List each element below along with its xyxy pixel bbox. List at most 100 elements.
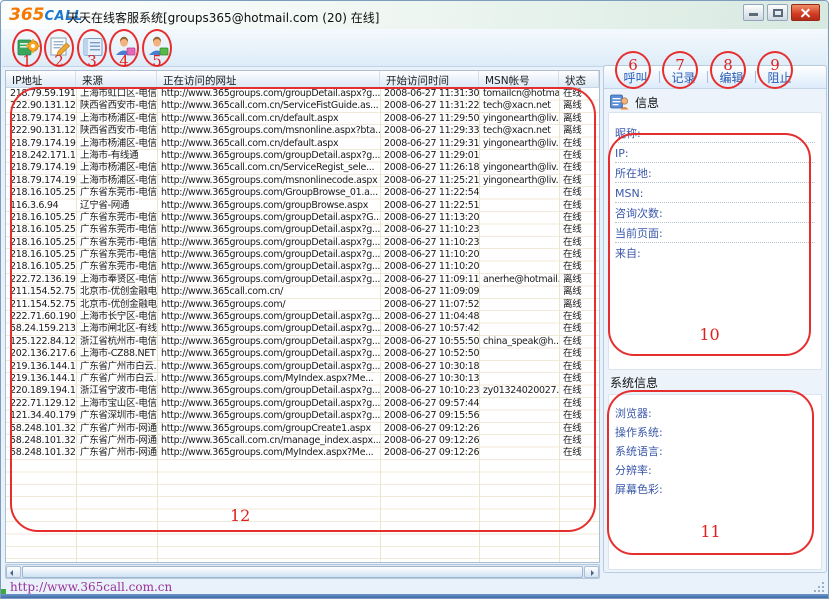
table-cell [479, 261, 559, 273]
call-button[interactable]: 呼叫 [612, 69, 659, 86]
table-cell: 浙江省宁波市-电信 [76, 385, 157, 397]
table-cell: 在线 [559, 162, 599, 174]
column-header[interactable]: 正在访问的网址 [157, 71, 380, 87]
table-cell: http://www.365groups.com/groupDetail.asp… [157, 212, 380, 224]
config-button[interactable] [15, 34, 41, 60]
table-cell: 离线 [559, 299, 599, 311]
table-cell [479, 187, 559, 199]
table-cell [479, 373, 559, 385]
table-cell: http://www.365groups.com/groupDetail.asp… [157, 410, 380, 422]
table-row[interactable]: 220.189.194.198浙江省宁波市-电信http://www.365gr… [6, 385, 599, 397]
table-row[interactable]: 222.90.131.129陕西省西安市-电信...http://www.365… [6, 125, 599, 137]
table-row[interactable]: 211.154.52.75北京市-优创金融电...http://www.365c… [6, 286, 599, 298]
table-cell: http://www.365call.com.cn/manage_index.a… [157, 435, 380, 447]
table-row[interactable]: 211.154.52.75北京市-优创金融电...http://www.365g… [6, 299, 599, 311]
info-icon [610, 94, 629, 110]
table-cell: 上海市杨浦区-电信... [76, 113, 157, 125]
table-row[interactable]: 218.16.105.250广东省东莞市-电信...http://www.365… [6, 224, 599, 236]
table-row[interactable]: 58.248.101.32广东省广州市-网通http://www.365grou… [6, 423, 599, 435]
table-cell: 218.79.174.193 [6, 138, 76, 150]
table-cell: 在线 [559, 410, 599, 422]
table-row[interactable]: 218.16.105.250广东省东莞市-电信...http://www.365… [6, 187, 599, 199]
table-cell: 2008-06-27 09:15:56 [380, 410, 479, 422]
edit-button[interactable]: 编辑 [708, 69, 755, 86]
window-title: 天天在线客服系统[groups365@hotmail.com (20) 在线] [67, 9, 379, 26]
records-button[interactable] [80, 34, 106, 60]
table-row[interactable]: 58.248.101.32广东省广州市-网通http://www.365call… [6, 435, 599, 447]
table-cell: 2008-06-27 10:52:50 [380, 348, 479, 360]
table-row[interactable]: 116.3.6.94辽宁省-网通http://www.365groups.com… [6, 200, 599, 212]
table-cell: 在线 [559, 200, 599, 212]
column-header[interactable]: 开始访问时间 [380, 71, 479, 87]
table-cell: 2008-06-27 10:30:13 [380, 373, 479, 385]
table-cell: http://www.365groups.com/groupDetail.asp… [157, 237, 380, 249]
minimize-button[interactable] [743, 4, 764, 21]
table-cell: 在线 [559, 435, 599, 447]
horizontal-scrollbar[interactable] [5, 564, 600, 579]
table-row[interactable]: 218.16.105.250广东省东莞市-电信...http://www.365… [6, 237, 599, 249]
table-cell: 218.16.105.250 [6, 237, 76, 249]
table-cell [479, 224, 559, 236]
table-cell: 上海市-有线通 [76, 150, 157, 162]
column-header[interactable]: 来源 [76, 71, 157, 87]
table-row[interactable]: 121.34.40.179广东省深圳市-电信http://www.365grou… [6, 410, 599, 422]
table-row[interactable]: 222.71.60.190上海市长宁区-电信...http://www.365g… [6, 311, 599, 323]
table-row[interactable]: 218.79.174.193上海市杨浦区-电信...http://www.365… [6, 138, 599, 150]
column-header[interactable]: 状态 [559, 71, 599, 87]
compose-button[interactable] [47, 34, 73, 60]
block-button[interactable]: 阻止 [756, 69, 803, 86]
table-cell: http://www.365groups.com/groupDetail.asp… [157, 398, 380, 410]
table-cell: http://www.365groups.com/groupDetail.asp… [157, 385, 380, 397]
table-row[interactable]: 58.248.101.32广东省广州市-网通http://www.365grou… [6, 447, 599, 459]
table-cell: 广东省东莞市-电信... [76, 187, 157, 199]
table-cell: 离线 [559, 113, 599, 125]
table-cell: 广东省东莞市-电信... [76, 212, 157, 224]
close-button[interactable] [791, 4, 820, 21]
table-row[interactable]: 222.72.136.195上海市奉贤区-电信...http://www.365… [6, 274, 599, 286]
table-cell: 58.248.101.32 [6, 447, 76, 459]
table-cell: 在线 [559, 361, 599, 373]
table-row[interactable]: 58.24.159.213上海市闸北区-有线...http://www.365g… [6, 323, 599, 335]
column-header[interactable]: MSN帐号 [479, 71, 559, 87]
table-row[interactable]: 218.16.105.250广东省东莞市-电信...http://www.365… [6, 249, 599, 261]
table-row[interactable]: 222.71.129.121上海市宝山区-电信...http://www.365… [6, 398, 599, 410]
table-row[interactable]: 218.79.174.193上海市杨浦区-电信...http://www.365… [6, 113, 599, 125]
info-field-list: 昵称:IP:所在地:MSN:咨询次数:当前页面:来自: [609, 113, 821, 263]
table-row[interactable]: 218.242.171.130上海市-有线通http://www.365grou… [6, 150, 599, 162]
table-row[interactable]: 219.136.144.199广东省广州市白云...http://www.365… [6, 361, 599, 373]
table-cell: 在线 [559, 336, 599, 348]
table-cell [479, 237, 559, 249]
scroll-right-button[interactable] [584, 566, 599, 578]
table-cell: 2008-06-27 10:57:42 [380, 323, 479, 335]
records-icon [80, 34, 106, 60]
table-cell: 2008-06-27 10:55:50 [380, 336, 479, 348]
scroll-left-button[interactable] [6, 566, 21, 578]
status-bar-link[interactable]: http://www.365call.com.cn [10, 580, 172, 594]
table-row[interactable]: 218.79.174.193上海市杨浦区-电信...http://www.365… [6, 162, 599, 174]
table-row[interactable]: 218.79.174.193上海市杨浦区-电信...http://www.365… [6, 175, 599, 187]
table-cell: 218.16.105.250 [6, 224, 76, 236]
scrollbar-thumb[interactable] [22, 566, 583, 578]
record-button[interactable]: 记录 [660, 69, 707, 86]
resize-grip[interactable] [812, 580, 824, 592]
table-cell: http://www.365groups.com/MyIndex.aspx?Me… [157, 447, 380, 459]
table-cell: 2008-06-27 11:25:21 [380, 175, 479, 187]
title-bar: 365CALL 天天在线客服系统[groups365@hotmail.com (… [1, 1, 828, 29]
table-row[interactable]: 125.122.84.123浙江省杭州市-电信http://www.365gro… [6, 336, 599, 348]
table-cell: http://www.365groups.com/ [157, 299, 380, 311]
table-row[interactable]: 218.79.59.191上海市虹口区-电信...http://www.365g… [6, 88, 599, 100]
table-row[interactable]: 218.16.105.250广东省东莞市-电信...http://www.365… [6, 261, 599, 273]
table-row[interactable]: 202.136.217.69上海市-CZ88.NEThttp://www.365… [6, 348, 599, 360]
table-cell: 2008-06-27 11:26:18 [380, 162, 479, 174]
maximize-button[interactable] [767, 4, 788, 21]
table-cell: 222.72.136.195 [6, 274, 76, 286]
table-row[interactable]: 222.90.131.129陕西省西安市-电信...http://www.365… [6, 100, 599, 112]
toolbar [2, 29, 827, 67]
invite-user-button[interactable] [145, 34, 171, 60]
table-cell: http://www.365groups.com/groupDetail.asp… [157, 348, 380, 360]
column-header[interactable]: IP地址 [6, 71, 76, 87]
table-cell: 在线 [559, 187, 599, 199]
table-row[interactable]: 219.136.144.199广东省广州市白云...http://www.365… [6, 373, 599, 385]
block-user-button[interactable] [112, 34, 138, 60]
table-row[interactable]: 218.16.105.250广东省东莞市-电信...http://www.365… [6, 212, 599, 224]
